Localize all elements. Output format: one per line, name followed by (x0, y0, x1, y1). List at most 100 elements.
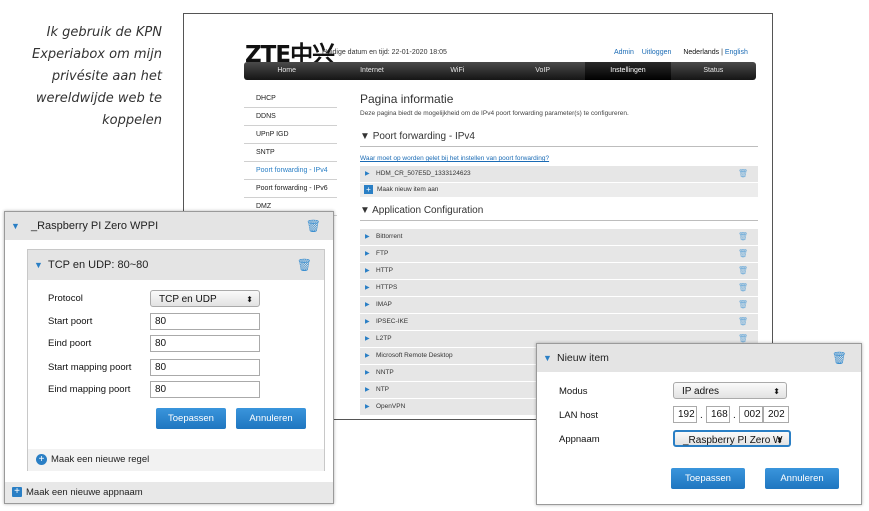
modus-select[interactable]: IP adres ⬍ (673, 382, 787, 399)
language-separator: | (721, 49, 723, 56)
caption-line: wereldwijde web te (35, 91, 162, 106)
nav-internet[interactable]: Internet (329, 62, 414, 80)
expand-icon: ▶ (365, 268, 370, 274)
add-app-button[interactable]: + Maak een nieuwe appnaam (5, 482, 333, 503)
rule-header[interactable]: ▼ TCP en UDP: 80~80 🗑 (28, 250, 324, 280)
caption-line: Ik gebruik de KPN (46, 25, 162, 40)
new-item-header[interactable]: ▼ Nieuw item 🗑 (537, 344, 861, 372)
select-arrows-icon: ⬍ (776, 436, 783, 445)
collapse-icon: ▼ (34, 260, 43, 270)
add-item-button[interactable]: + Maak nieuw item aan (360, 183, 758, 197)
expand-icon: ▶ (365, 234, 370, 240)
trash-icon[interactable]: 🗑 (738, 229, 748, 245)
sidebar-item-portforward-ipv6[interactable]: Poort forwarding - IPv6 (244, 180, 337, 198)
list-item[interactable]: ▶ IMAP 🗑 (360, 297, 758, 314)
trash-icon[interactable]: 🗑 (832, 344, 847, 372)
nav-status[interactable]: Status (671, 62, 756, 80)
trash-icon[interactable]: 🗑 (738, 166, 748, 182)
sidebar-item-upnp[interactable]: UPnP IGD (244, 126, 337, 144)
ip-octet-3[interactable]: 002 (739, 406, 763, 423)
trash-icon[interactable]: 🗑 (306, 212, 321, 240)
section-appconfig-header[interactable]: ▼ Application Configuration (360, 205, 758, 216)
row-label: FTP (376, 250, 389, 257)
list-item[interactable]: ▶ FTP 🗑 (360, 246, 758, 263)
page-description: Deze pagina biedt de mogelijkheid om de … (360, 110, 629, 117)
row-label: HTTP (376, 267, 393, 274)
ip-octet-2[interactable]: 168 (706, 406, 730, 423)
row-label: NTP (376, 386, 389, 393)
list-item[interactable]: ▶ HDM_CR_507E5D_1333124623 🗑 (360, 166, 758, 183)
rule-panel: ▼ TCP en UDP: 80~80 🗑 Protocol TCP en UD… (27, 249, 325, 471)
trash-icon[interactable]: 🗑 (738, 246, 748, 262)
section-divider (360, 220, 758, 221)
sidebar: DHCP DDNS UPnP IGD SNTP Poort forwarding… (244, 90, 337, 216)
ip-octet-4[interactable]: 202 (763, 406, 789, 423)
admin-link[interactable]: Admin (614, 49, 634, 56)
logout-link[interactable]: Uitloggen (642, 49, 672, 56)
trash-icon[interactable]: 🗑 (738, 297, 748, 313)
sidebar-item-ddns[interactable]: DDNS (244, 108, 337, 126)
list-item[interactable]: ▶ Bittorrent 🗑 (360, 229, 758, 246)
cancel-button[interactable]: Annuleren (236, 408, 306, 429)
trash-icon[interactable]: 🗑 (738, 280, 748, 296)
sidebar-item-dhcp[interactable]: DHCP (244, 90, 337, 108)
plus-icon: + (364, 184, 373, 194)
portforward-help-link[interactable]: Waar moet op worden gelet bij het instel… (360, 155, 758, 162)
protocol-select[interactable]: TCP en UDP ⬍ (150, 290, 260, 307)
protocol-label: Protocol (48, 293, 83, 304)
nav-instellingen[interactable]: Instellingen (585, 62, 671, 80)
start-poort-label: Start poort (48, 316, 93, 327)
app-entry-panel: ▼ _Raspberry PI Zero WPPI 🗑 ▼ TCP en UDP… (4, 211, 334, 504)
eind-poort-label: Eind poort (48, 338, 92, 349)
list-item[interactable]: ▶ HTTPS 🗑 (360, 280, 758, 297)
eind-poort-input[interactable]: 80 (150, 335, 260, 352)
row-label: IPSEC-IKE (376, 318, 409, 325)
expand-icon: ▶ (365, 171, 370, 177)
row-label: HDM_CR_507E5D_1333124623 (376, 170, 471, 177)
start-poort-input[interactable]: 80 (150, 313, 260, 330)
appnaam-label: Appnaam (559, 434, 600, 445)
row-label: OpenVPN (376, 403, 406, 410)
eind-mapping-input[interactable]: 80 (150, 381, 260, 398)
nav-wifi[interactable]: WiFi (415, 62, 500, 80)
nav-voip[interactable]: VoIP (500, 62, 585, 80)
trash-icon[interactable]: 🗑 (297, 250, 312, 280)
list-item[interactable]: ▶ HTTP 🗑 (360, 263, 758, 280)
expand-icon: ▶ (365, 336, 370, 342)
add-rule-button[interactable]: + Maak een nieuwe regel (28, 449, 324, 471)
trash-icon[interactable]: 🗑 (738, 263, 748, 279)
cancel-button[interactable]: Annuleren (765, 468, 839, 489)
add-rule-label: Maak een nieuwe regel (51, 454, 150, 465)
caption-line: Experiabox om mijn (32, 47, 162, 62)
sidebar-item-sntp[interactable]: SNTP (244, 144, 337, 162)
expand-icon: ▶ (365, 285, 370, 291)
modus-value: IP adres (682, 386, 720, 397)
sidebar-item-portforward-ipv4[interactable]: Poort forwarding - IPv4 (244, 162, 337, 180)
appnaam-select[interactable]: _Raspberry PI Zero W ⬍ (673, 430, 791, 447)
section-portforward-header[interactable]: ▼ Poort forwarding - IPv4 (360, 131, 758, 142)
select-arrows-icon: ⬍ (246, 295, 253, 304)
row-label: Microsoft Remote Desktop (376, 352, 453, 359)
language-en[interactable]: English (725, 49, 748, 56)
ip-octet-1[interactable]: 192 (673, 406, 697, 423)
list-item[interactable]: ▶ IPSEC-IKE 🗑 (360, 314, 758, 331)
app-entry-header[interactable]: ▼ _Raspberry PI Zero WPPI 🗑 (5, 212, 333, 240)
section-title: Poort forwarding - IPv4 (372, 131, 475, 142)
apply-button[interactable]: Toepassen (671, 468, 745, 489)
language-nl[interactable]: Nederlands (683, 49, 719, 56)
rule-title: TCP en UDP: 80~80 (48, 259, 149, 271)
collapse-icon: ▼ (543, 353, 552, 363)
apply-button[interactable]: Toepassen (156, 408, 226, 429)
start-mapping-label: Start mapping poort (48, 362, 132, 373)
new-item-panel: ▼ Nieuw item 🗑 Modus IP adres ⬍ LAN host… (536, 343, 862, 505)
row-label: HTTPS (376, 284, 398, 291)
article-caption: Ik gebruik de KPN Experiabox om mijn pri… (20, 22, 162, 132)
trash-icon[interactable]: 🗑 (738, 314, 748, 330)
appnaam-value: _Raspberry PI Zero W (683, 435, 783, 446)
section-toggle-icon: ▼ (360, 205, 373, 216)
collapse-icon: ▼ (11, 221, 20, 231)
start-mapping-input[interactable]: 80 (150, 359, 260, 376)
nav-home[interactable]: Home (244, 62, 329, 80)
expand-icon: ▶ (365, 404, 370, 410)
caption-line: privésite aan het (51, 69, 162, 84)
